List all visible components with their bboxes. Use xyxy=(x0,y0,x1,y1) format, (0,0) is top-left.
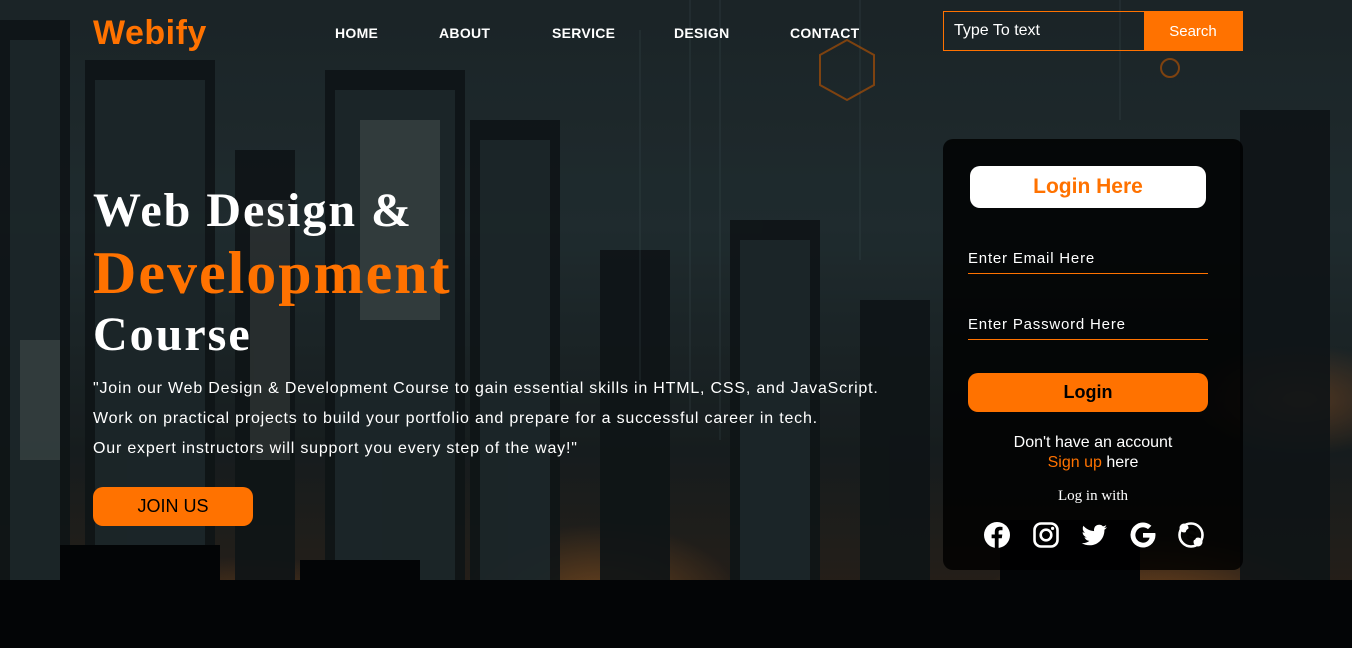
join-us-button[interactable]: JOIN US xyxy=(93,487,253,526)
nav-item-service[interactable]: SERVICE xyxy=(552,25,615,41)
nav-item-contact[interactable]: CONTACT xyxy=(790,25,860,41)
nav-item-home[interactable]: HOME xyxy=(335,25,378,41)
log-in-with-label: Log in with xyxy=(1058,488,1128,504)
instagram-icon[interactable] xyxy=(1032,521,1060,549)
hero-title-line3: Course xyxy=(93,308,252,361)
hero-title-line1: Web Design & xyxy=(93,184,414,237)
hero-description: "Join our Web Design & Development Cours… xyxy=(93,374,933,464)
hero-description-line: Work on practical projects to build your… xyxy=(93,410,818,427)
hero-description-line: "Join our Web Design & Development Cours… xyxy=(93,380,879,397)
signup-suffix: here xyxy=(1101,454,1139,471)
twitter-icon[interactable] xyxy=(1080,521,1108,549)
google-icon[interactable] xyxy=(1129,521,1157,549)
facebook-icon[interactable] xyxy=(983,521,1011,549)
search-input[interactable] xyxy=(944,12,1144,50)
signup-line: Sign up here xyxy=(943,453,1243,473)
nav-item-design[interactable]: DESIGN xyxy=(674,25,729,41)
hero-heading: Web Design & Development Course xyxy=(93,183,452,363)
signup-link[interactable]: Sign up xyxy=(1048,454,1102,471)
search-button[interactable]: Search xyxy=(1144,12,1242,50)
nav-item-about[interactable]: ABOUT xyxy=(439,25,490,41)
no-account-text: Don't have an account xyxy=(1013,434,1173,451)
search-bar: Search xyxy=(943,11,1243,51)
social-login-list xyxy=(983,521,1205,551)
email-field[interactable] xyxy=(968,244,1208,274)
login-form-title: Login Here xyxy=(970,166,1206,208)
hero-title-line2: Development xyxy=(93,240,452,306)
login-button[interactable]: Login xyxy=(968,373,1208,412)
signup-prompt: Don't have an account Sign up here xyxy=(943,433,1243,473)
login-form: Login Here Login Don't have an account S… xyxy=(943,139,1243,570)
skype-icon[interactable] xyxy=(1177,521,1205,549)
logo[interactable]: Webify xyxy=(93,14,207,53)
hero-description-line: Our expert instructors will support you … xyxy=(93,440,578,457)
password-field[interactable] xyxy=(968,310,1208,340)
